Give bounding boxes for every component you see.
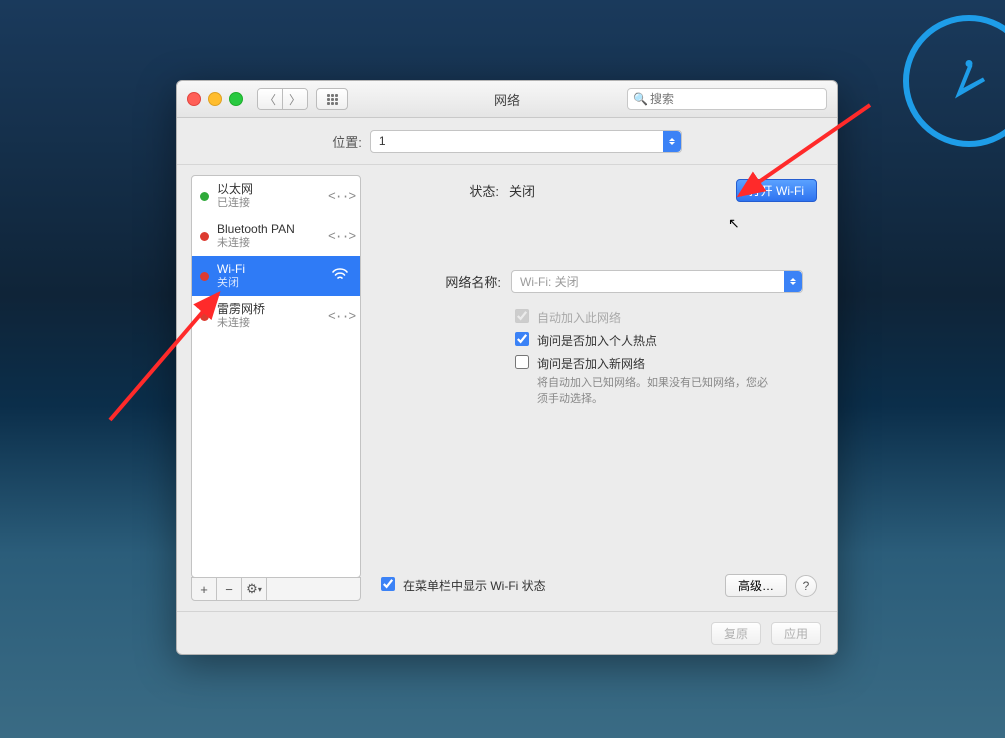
search-field-wrap: 🔍 (627, 88, 827, 110)
select-arrow-icon (784, 271, 802, 292)
status-row: 状态: 关闭 打开 Wi-Fi (381, 179, 817, 202)
detail-panel: 状态: 关闭 打开 Wi-Fi 网络名称: Wi-Fi: 关闭 自动加入此网络 (375, 175, 823, 601)
sidebar-item-thunderbolt[interactable]: 雷雳网桥未连接 <··> (192, 296, 360, 336)
location-row: 位置: 1 (177, 118, 837, 165)
toggle-wifi-button[interactable]: 打开 Wi-Fi (736, 179, 817, 202)
item-name: Bluetooth PAN (217, 222, 320, 236)
bridge-icon: <··> (328, 309, 352, 324)
sidebar: 以太网已连接 <··> Bluetooth PAN未连接 <··> Wi-Fi关… (191, 175, 361, 601)
checkbox-label: 询问是否加入新网络 (537, 355, 645, 372)
add-button[interactable]: + (192, 578, 217, 600)
status-dot-icon (200, 192, 209, 201)
auto-join-checkbox: 自动加入此网络 (515, 309, 817, 326)
help-button[interactable]: ? (795, 575, 817, 597)
sidebar-item-bluetooth[interactable]: Bluetooth PAN未连接 <··> (192, 216, 360, 256)
ask-newnet-checkbox[interactable]: 询问是否加入新网络 (515, 355, 817, 372)
footer: 复原 应用 (177, 611, 837, 654)
network-placeholder: Wi-Fi: 关闭 (520, 273, 579, 290)
item-name: 雷雳网桥 (217, 302, 320, 316)
status-label: 状态: (451, 181, 499, 200)
checkbox-label: 自动加入此网络 (537, 309, 621, 326)
ask-hotspot-checkbox[interactable]: 询问是否加入个人热点 (515, 332, 817, 349)
minimize-button[interactable] (208, 92, 222, 106)
location-value: 1 (379, 134, 386, 148)
list-controls: + − ⚙▾ (191, 577, 361, 601)
revert-button[interactable]: 复原 (711, 622, 761, 645)
sidebar-item-wifi[interactable]: Wi-Fi关闭 (192, 256, 360, 296)
item-status: 未连接 (217, 316, 320, 330)
grid-icon (327, 94, 338, 105)
location-select[interactable]: 1 (370, 130, 682, 153)
bridge-icon: <··> (328, 229, 352, 244)
checkbox-input (515, 309, 529, 323)
checkbox-label: 询问是否加入个人热点 (537, 332, 657, 349)
back-button[interactable]: 〈 (258, 89, 282, 109)
show-menubar-checkbox[interactable]: 在菜单栏中显示 Wi-Fi 状态 (381, 577, 546, 594)
apply-button[interactable]: 应用 (771, 622, 821, 645)
search-icon: 🔍 (633, 92, 648, 106)
checkbox-label: 在菜单栏中显示 Wi-Fi 状态 (403, 577, 546, 594)
window-controls (187, 92, 243, 106)
status-dot-icon (200, 272, 209, 281)
show-all-button[interactable] (316, 88, 348, 110)
network-name-label: 网络名称: (381, 272, 501, 291)
network-name-row: 网络名称: Wi-Fi: 关闭 (381, 270, 817, 293)
wifi-icon (328, 267, 352, 285)
status-dot-icon (200, 312, 209, 321)
status-dot-icon (200, 232, 209, 241)
titlebar: 〈 〉 网络 🔍 (177, 81, 837, 118)
newnet-description: 将自动加入已知网络。如果没有已知网络，您必须手动选择。 (537, 374, 777, 406)
ethernet-icon: <··> (328, 189, 352, 204)
status-value: 关闭 (509, 181, 535, 200)
item-name: Wi-Fi (217, 262, 320, 276)
select-arrow-icon (663, 131, 681, 152)
bottom-row: 在菜单栏中显示 Wi-Fi 状态 高级… ? (381, 574, 817, 601)
advanced-button[interactable]: 高级… (725, 574, 787, 597)
item-status: 未连接 (217, 236, 320, 250)
close-button[interactable] (187, 92, 201, 106)
checkbox-input[interactable] (515, 332, 529, 346)
location-label: 位置: (332, 132, 362, 151)
nav-buttons: 〈 〉 (257, 88, 308, 110)
watermark-badge (903, 15, 1005, 147)
network-name-select[interactable]: Wi-Fi: 关闭 (511, 270, 803, 293)
network-preferences-window: 〈 〉 网络 🔍 位置: 1 以太网已连接 <··> (176, 80, 838, 655)
item-name: 以太网 (217, 182, 320, 196)
forward-button[interactable]: 〉 (282, 89, 307, 109)
network-list: 以太网已连接 <··> Bluetooth PAN未连接 <··> Wi-Fi关… (191, 175, 361, 578)
search-input[interactable] (627, 88, 827, 110)
body: 以太网已连接 <··> Bluetooth PAN未连接 <··> Wi-Fi关… (177, 165, 837, 611)
options-group: 自动加入此网络 询问是否加入个人热点 询问是否加入新网络 将自动加入已知网络。如… (515, 309, 817, 406)
checkbox-input[interactable] (515, 355, 529, 369)
item-status: 关闭 (217, 276, 320, 290)
actions-menu-button[interactable]: ⚙▾ (242, 578, 267, 600)
checkbox-input[interactable] (381, 577, 395, 591)
zoom-button[interactable] (229, 92, 243, 106)
remove-button[interactable]: − (217, 578, 242, 600)
item-status: 已连接 (217, 196, 320, 210)
sidebar-item-ethernet[interactable]: 以太网已连接 <··> (192, 176, 360, 216)
